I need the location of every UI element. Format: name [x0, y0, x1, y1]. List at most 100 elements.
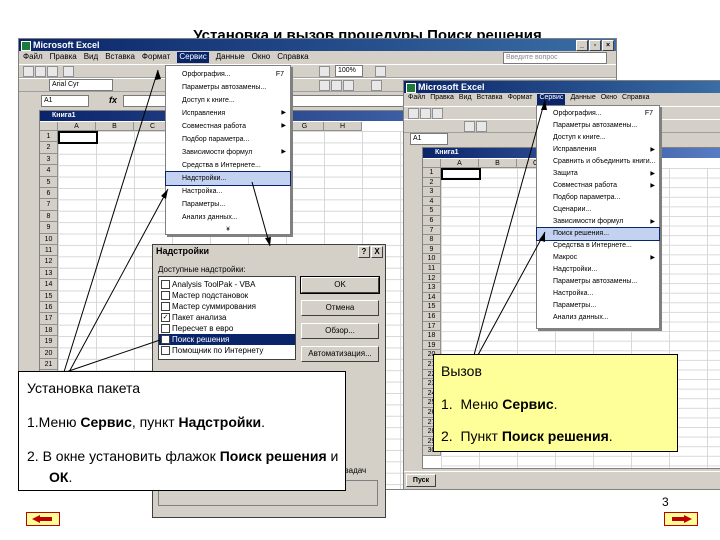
row-header[interactable]: 4	[423, 196, 441, 207]
left-zoom-field[interactable]: 100%	[335, 65, 363, 77]
addin-item[interactable]: Analysis ToolPak - VBA	[159, 279, 295, 290]
row-header[interactable]: 21	[40, 359, 58, 371]
service-menu-item[interactable]: Зависимости формул ▶	[166, 146, 290, 159]
menu-4[interactable]: Формат	[508, 94, 533, 105]
menu-4[interactable]: Формат	[142, 52, 170, 63]
menu-1[interactable]: Правка	[430, 94, 454, 105]
service-menu-item[interactable]: Параметры...	[166, 198, 290, 211]
column-header[interactable]: A	[58, 122, 96, 131]
column-header[interactable]: G	[286, 122, 324, 131]
row-header[interactable]: 6	[40, 188, 58, 200]
addin-checkbox[interactable]	[161, 346, 170, 355]
menu-8[interactable]: Справка	[622, 94, 649, 105]
active-cell[interactable]	[441, 168, 481, 180]
service-menu-item[interactable]: Совместная работа ▶	[537, 180, 659, 192]
prev-slide-button[interactable]	[26, 512, 60, 526]
row-header[interactable]: 17	[423, 321, 441, 332]
open-icon[interactable]	[35, 66, 46, 77]
minimize-button[interactable]: _	[576, 40, 588, 51]
bold-icon[interactable]	[319, 80, 330, 91]
chart-icon[interactable]	[319, 66, 330, 77]
menu-7[interactable]: Окно	[252, 52, 271, 63]
row-header[interactable]: 10	[40, 233, 58, 245]
row-header[interactable]: 16	[423, 312, 441, 322]
row-header[interactable]: 6	[423, 216, 441, 226]
ok-button[interactable]: OK	[300, 276, 380, 294]
row-header[interactable]: 3	[40, 153, 58, 166]
row-header[interactable]: 16	[40, 302, 58, 314]
service-menu-item[interactable]: Поиск решения...	[536, 227, 660, 241]
service-menu-item[interactable]: Орфография... F7	[537, 108, 659, 120]
service-menu-item[interactable]: Средства в Интернете...	[166, 159, 290, 172]
row-header[interactable]: 10	[423, 254, 441, 264]
addin-checkbox[interactable]: ✓	[161, 313, 170, 322]
menu-7[interactable]: Окно	[601, 94, 617, 105]
close-button[interactable]: ×	[602, 40, 614, 51]
left-search-input[interactable]: Введите вопрос	[503, 52, 607, 64]
row-header[interactable]: 13	[423, 283, 441, 293]
addin-item[interactable]: Мастер подстановок	[159, 290, 295, 301]
service-menu-item[interactable]: Защита ▶	[537, 168, 659, 180]
addin-item[interactable]: Помощник по Интернету	[159, 345, 295, 356]
service-menu-item[interactable]: Параметры автозамены...	[166, 81, 290, 94]
italic-icon[interactable]	[331, 80, 342, 91]
row-header[interactable]: 4	[40, 165, 58, 177]
row-header[interactable]: 2	[40, 142, 58, 154]
left-name-box[interactable]: A1	[41, 95, 89, 107]
new-icon[interactable]	[408, 108, 419, 119]
next-slide-button[interactable]	[664, 512, 698, 526]
row-header[interactable]: 1	[40, 131, 58, 143]
addin-checkbox[interactable]	[161, 335, 170, 344]
save-icon[interactable]	[47, 66, 58, 77]
cancel-button[interactable]: Отмена	[301, 300, 379, 316]
menu-2[interactable]: Вид	[84, 52, 98, 63]
row-header[interactable]: 9	[423, 244, 441, 255]
service-menu-item[interactable]: Настройка...	[166, 185, 290, 198]
menu-6[interactable]: Данные	[216, 52, 245, 63]
row-header[interactable]: 5	[40, 176, 58, 188]
service-menu-item[interactable]: Надстройки...	[165, 171, 291, 186]
addin-checkbox[interactable]	[161, 324, 170, 333]
row-header[interactable]: 19	[423, 340, 441, 351]
bold-icon[interactable]	[464, 121, 475, 132]
service-menu-item[interactable]: Макрос ▶	[537, 252, 659, 264]
addin-item[interactable]: Пересчет в евро	[159, 323, 295, 334]
service-menu-item[interactable]: Доступ к книге...	[537, 132, 659, 144]
service-menu-item[interactable]: Анализ данных...	[166, 211, 290, 224]
menu-8[interactable]: Справка	[277, 52, 308, 63]
service-menu-item[interactable]: Подбор параметра...	[166, 133, 290, 146]
menu-0[interactable]: Файл	[23, 52, 43, 63]
browse-button[interactable]: Обзор...	[301, 323, 379, 339]
addin-checkbox[interactable]	[161, 291, 170, 300]
service-menu-item[interactable]: Сценарии...	[537, 204, 659, 216]
row-header[interactable]: 13	[40, 267, 58, 280]
row-header[interactable]: 20	[40, 347, 58, 359]
service-menu-item[interactable]: Средства в Интернете...	[537, 240, 659, 252]
open-icon[interactable]	[420, 108, 431, 119]
restore-button[interactable]: ▫	[589, 40, 601, 51]
row-header[interactable]: 5	[423, 206, 441, 216]
left-font-field[interactable]: Arial Cyr	[49, 79, 113, 91]
row-header[interactable]: 17	[40, 313, 58, 325]
service-menu-item[interactable]: Совместная работа ▶	[166, 120, 290, 133]
row-header[interactable]: 18	[423, 331, 441, 341]
addin-item[interactable]: Поиск решения	[159, 334, 295, 345]
menu-more-chevron[interactable]: ¥	[166, 227, 290, 233]
underline-icon[interactable]	[343, 80, 354, 91]
service-menu-item[interactable]: Анализ данных...	[537, 312, 659, 324]
row-header[interactable]: 15	[423, 302, 441, 312]
right-name-box[interactable]: A1	[410, 133, 448, 145]
italic-icon[interactable]	[476, 121, 487, 132]
service-menu-item[interactable]: Зависимости формул ▶	[537, 216, 659, 228]
row-header[interactable]: 12	[423, 273, 441, 284]
fill-color-icon[interactable]	[371, 80, 382, 91]
addins-listbox[interactable]: Analysis ToolPak - VBA Мастер подстановок…	[158, 276, 296, 360]
service-menu-item[interactable]: Параметры...	[537, 300, 659, 312]
addin-item[interactable]: Мастер суммирования	[159, 301, 295, 312]
service-menu-item[interactable]: Параметры автозамены...	[537, 120, 659, 132]
column-header[interactable]: H	[324, 122, 362, 131]
menu-5[interactable]: Сервис	[177, 52, 209, 63]
row-header[interactable]: 2	[423, 177, 441, 188]
active-cell[interactable]	[58, 131, 98, 145]
row-header[interactable]: 15	[40, 290, 58, 302]
